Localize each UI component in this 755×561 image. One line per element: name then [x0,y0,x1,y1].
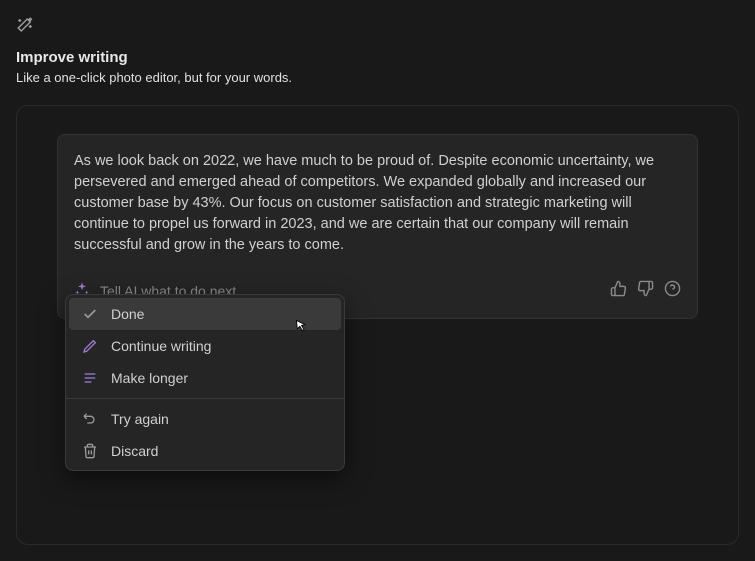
header: Improve writing Like a one-click photo e… [16,16,739,85]
undo-icon [81,410,99,428]
menu-item-continue-writing[interactable]: Continue writing [69,330,341,362]
feedback-icons [610,280,681,302]
page-subtitle: Like a one-click photo editor, but for y… [16,70,739,85]
menu-item-label: Make longer [111,370,188,386]
menu-divider [66,398,344,399]
menu-item-label: Done [111,306,144,322]
ai-content-box: As we look back on 2022, we have much to… [57,134,698,319]
thumbs-up-icon[interactable] [610,280,627,302]
thumbs-down-icon[interactable] [637,280,654,302]
menu-item-make-longer[interactable]: Make longer [69,362,341,394]
page-title: Improve writing [16,49,739,66]
menu-item-label: Discard [111,443,158,459]
generated-text: As we look back on 2022, we have much to… [74,151,681,256]
menu-item-discard[interactable]: Discard [69,435,341,467]
menu-item-try-again[interactable]: Try again [69,403,341,435]
menu-item-label: Try again [111,411,169,427]
pencil-icon [81,337,99,355]
check-icon [81,305,99,323]
trash-icon [81,442,99,460]
help-icon[interactable] [664,280,681,302]
magic-wand-icon [16,16,739,39]
menu-item-done[interactable]: Done [69,298,341,330]
main-panel: As we look back on 2022, we have much to… [16,105,739,545]
lines-icon [81,369,99,387]
action-menu: Done Continue writing Make longer [65,294,345,471]
menu-item-label: Continue writing [111,338,211,354]
